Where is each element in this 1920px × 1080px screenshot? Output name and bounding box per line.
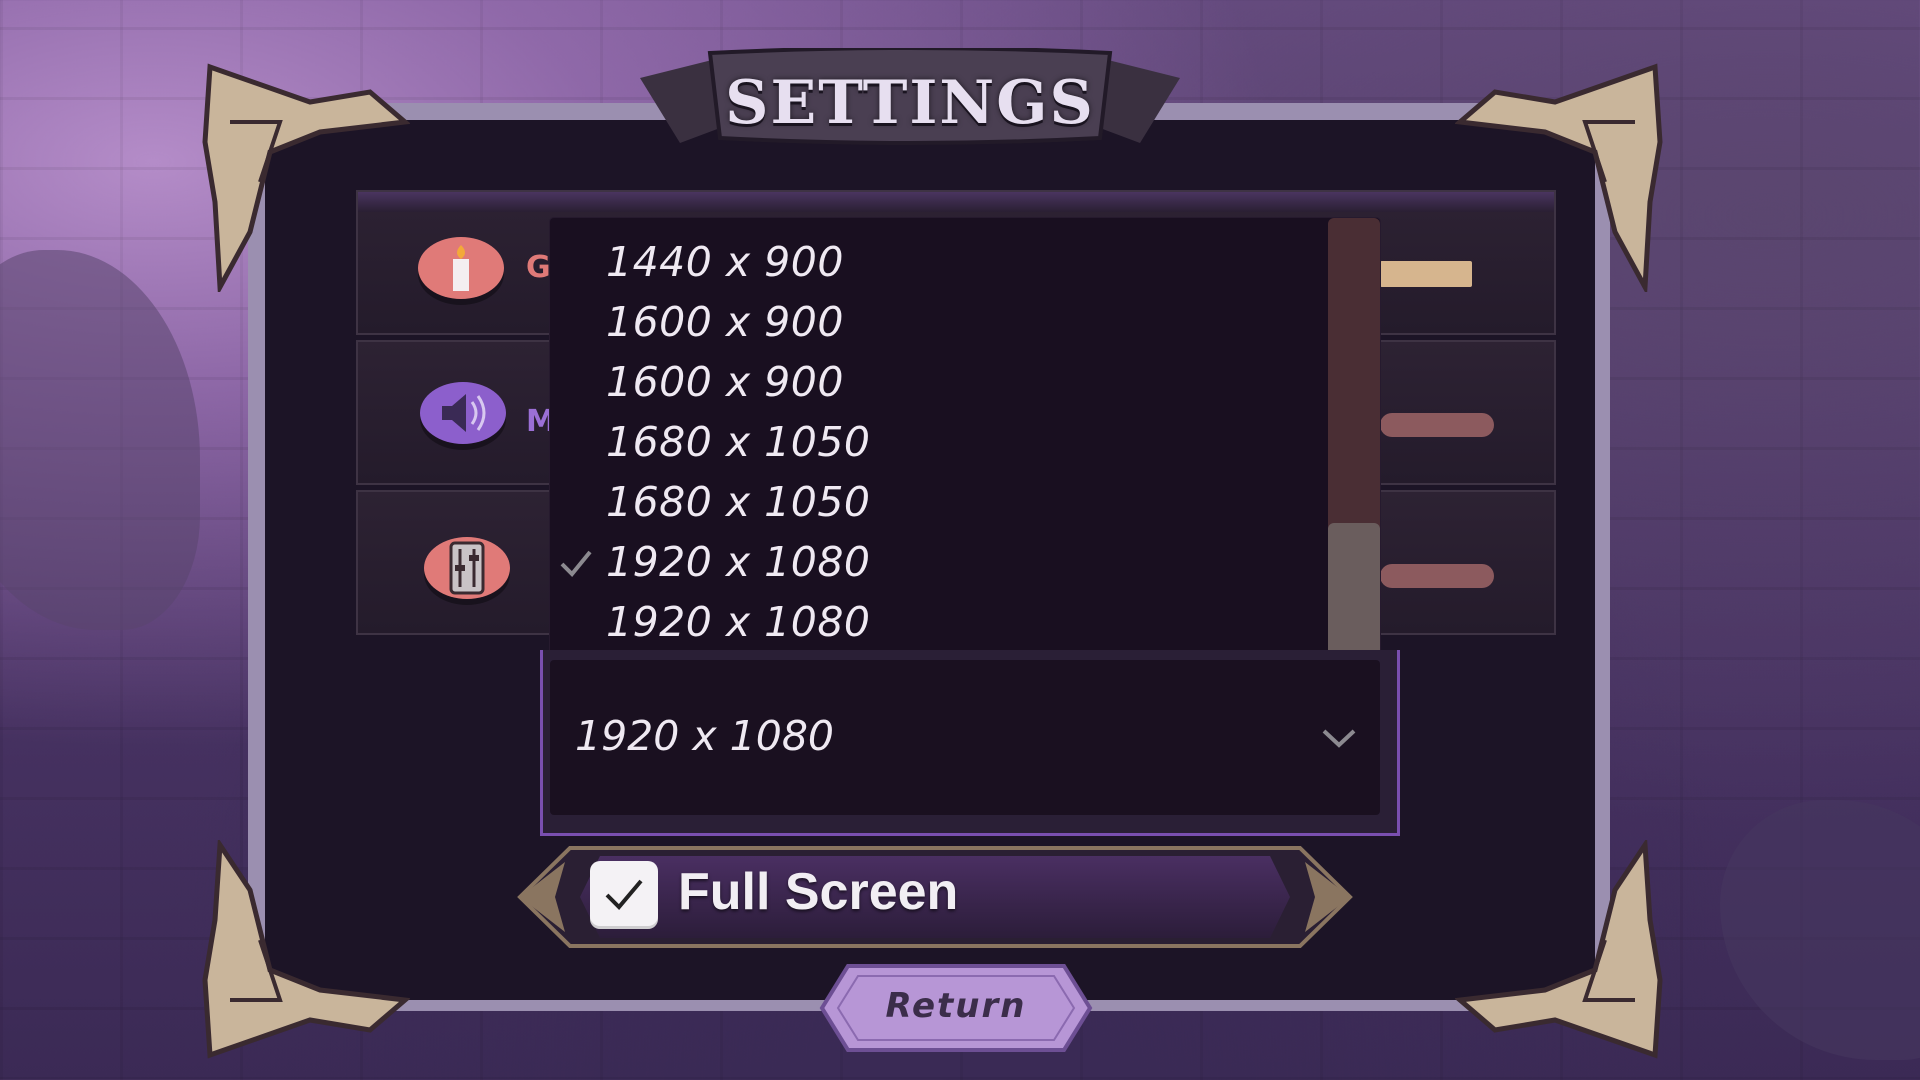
corner-ornament-bottom-right bbox=[1454, 837, 1665, 1060]
resolution-option[interactable]: 1440 x 900 bbox=[606, 232, 844, 292]
corner-ornament-bottom-left bbox=[200, 837, 411, 1060]
return-label: Return bbox=[885, 986, 1027, 1026]
audio-slider[interactable] bbox=[1380, 564, 1494, 588]
checkmark-icon bbox=[605, 879, 643, 910]
checkmark-icon bbox=[560, 550, 592, 577]
resolution-option[interactable]: 1920 x 1080 bbox=[606, 592, 871, 652]
resolution-selected-value: 1920 x 1080 bbox=[575, 712, 835, 760]
chevron-down-icon[interactable] bbox=[1320, 727, 1358, 751]
resolution-option[interactable]: 1680 x 1050 bbox=[606, 472, 871, 532]
row-header-strip bbox=[358, 192, 1554, 212]
title-banner: SETTINGS bbox=[640, 48, 1180, 148]
resolution-dropdown-list: 1440 x 900 1600 x 900 1600 x 900 1680 x … bbox=[550, 218, 1380, 660]
fullscreen-checkbox[interactable] bbox=[590, 861, 658, 929]
dropdown-scrollbar-thumb[interactable] bbox=[1328, 523, 1380, 660]
resolution-option-selected[interactable]: 1920 x 1080 bbox=[606, 532, 871, 592]
dropdown-scrollbar[interactable] bbox=[1328, 218, 1380, 660]
graphics-slider[interactable] bbox=[1380, 261, 1472, 287]
candle-icon bbox=[418, 237, 504, 299]
return-button[interactable]: Return bbox=[818, 962, 1094, 1054]
page-title: SETTINGS bbox=[725, 68, 1095, 138]
resolution-option[interactable]: 1600 x 900 bbox=[606, 292, 844, 352]
speaker-icon bbox=[420, 382, 506, 444]
resolution-option[interactable]: 1680 x 1050 bbox=[606, 412, 871, 472]
mixer-icon bbox=[424, 537, 510, 599]
music-slider[interactable] bbox=[1380, 413, 1494, 437]
resolution-option[interactable]: 1600 x 900 bbox=[606, 352, 844, 412]
fullscreen-label: Full Screen bbox=[678, 863, 959, 921]
